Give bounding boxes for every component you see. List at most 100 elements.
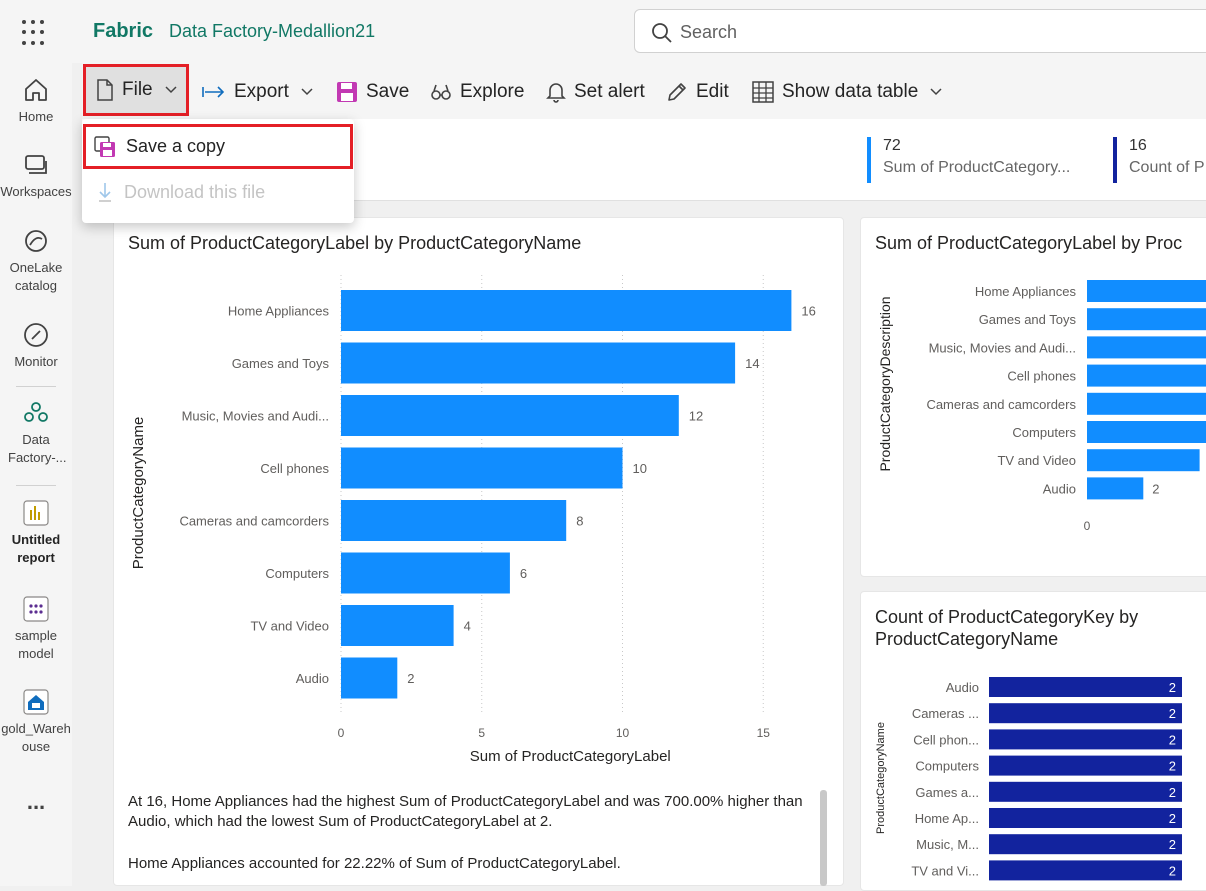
show-data-table-button[interactable]: Show data table bbox=[752, 78, 942, 106]
bar bbox=[989, 703, 1182, 724]
more-icon[interactable]: ... bbox=[0, 791, 72, 813]
show-data-table-label: Show data table bbox=[782, 81, 919, 102]
onelake-icon bbox=[25, 230, 47, 252]
y-category-label: Home Ap... bbox=[915, 811, 979, 826]
x-tick-label: 5 bbox=[478, 726, 485, 740]
bar bbox=[1087, 477, 1144, 500]
nav-workspaces[interactable]: Workspaces bbox=[0, 153, 72, 201]
y-category-label: Computers bbox=[265, 566, 329, 581]
narrative-p2: Home Appliances accounted for 22.22% of … bbox=[128, 855, 621, 872]
download-file-item[interactable]: Download this file bbox=[96, 181, 265, 203]
kpi-value: 16 bbox=[1129, 137, 1147, 154]
brand-name[interactable]: Fabric bbox=[93, 20, 153, 43]
save-copy-icon bbox=[94, 135, 115, 157]
save-a-copy-item[interactable]: Save a copy bbox=[83, 124, 353, 169]
explore-label: Explore bbox=[460, 81, 525, 102]
bar bbox=[1087, 280, 1206, 302]
workspace-name[interactable]: Data Factory-Medallion21 bbox=[169, 21, 375, 42]
chart3-title-line2: ProductCategoryName bbox=[875, 629, 1059, 649]
kpi-card[interactable]: 16 Count of P bbox=[1113, 137, 1205, 183]
nav-untitled-report-label: Untitled report bbox=[11, 532, 61, 565]
nav-gold-warehouse-label: gold_Wareh ouse bbox=[1, 721, 71, 754]
left-nav: Home Workspaces OneLake catalog Monitor … bbox=[0, 63, 72, 886]
chart3-title-line1: Count of ProductCategoryKey by bbox=[875, 607, 1139, 627]
monitor-icon bbox=[24, 323, 48, 347]
download-icon bbox=[99, 183, 111, 202]
table-icon bbox=[752, 81, 774, 103]
bar bbox=[989, 781, 1182, 802]
y-category-label: Cell phon... bbox=[913, 732, 979, 747]
bar-chart-main[interactable]: 0 5 10 15 Home Appliances 16 Games and Toys 14 M… bbox=[113, 265, 844, 775]
nav-home[interactable]: Home bbox=[0, 76, 72, 126]
nav-sample-model-label: sample model bbox=[15, 628, 57, 661]
nav-data-factory[interactable]: Data Factory-... bbox=[0, 399, 72, 467]
set-alert-button[interactable]: Set alert bbox=[546, 78, 645, 106]
bar-data-label: 2 bbox=[1169, 863, 1176, 878]
y-category-label: Audio bbox=[946, 680, 979, 695]
bell-icon bbox=[546, 83, 566, 103]
bar bbox=[989, 677, 1182, 697]
y-axis-title: ProductCategoryDescription bbox=[877, 296, 893, 471]
nav-onelake-label: OneLake catalog bbox=[9, 260, 63, 293]
file-menu-button[interactable]: File bbox=[83, 64, 189, 116]
narrative-scrollbar[interactable] bbox=[820, 790, 827, 886]
y-category-label: Cameras ... bbox=[912, 706, 979, 721]
nav-data-factory-label: Data Factory-... bbox=[8, 432, 67, 465]
workspaces-icon bbox=[25, 155, 47, 174]
data-factory-icon bbox=[24, 402, 48, 422]
nav-monitor-label: Monitor bbox=[14, 354, 58, 369]
nav-divider bbox=[16, 485, 56, 486]
y-category-label: Home Appliances bbox=[975, 284, 1077, 299]
bar-data-label: 10 bbox=[633, 461, 647, 476]
y-category-label: Audio bbox=[296, 671, 329, 686]
search-input[interactable]: Search bbox=[634, 9, 1206, 53]
nav-onelake-catalog[interactable]: OneLake catalog bbox=[0, 227, 72, 295]
bar-data-label: 2 bbox=[1152, 481, 1159, 496]
file-icon bbox=[97, 79, 113, 101]
chevron-down-icon bbox=[301, 88, 313, 96]
edit-label: Edit bbox=[696, 81, 729, 102]
search-placeholder: Search bbox=[680, 22, 738, 42]
explore-button[interactable]: Explore bbox=[430, 78, 524, 106]
bar bbox=[1087, 364, 1206, 387]
bar bbox=[341, 552, 510, 594]
bar bbox=[341, 500, 567, 541]
bar bbox=[341, 395, 679, 436]
bar-chart-right[interactable]: Home Appliances Games and Toys Music, Movi… bbox=[860, 270, 1206, 570]
semantic-model-icon bbox=[23, 596, 49, 622]
bar bbox=[1087, 449, 1200, 472]
kpi-card[interactable]: 72 Sum of ProductCategory... bbox=[867, 137, 1070, 183]
nav-sample-model[interactable]: sample model bbox=[0, 595, 72, 663]
x-axis-title: Sum of ProductCategoryLabel bbox=[470, 748, 671, 765]
nav-gold-warehouse[interactable]: gold_Wareh ouse bbox=[0, 688, 72, 756]
edit-button[interactable]: Edit bbox=[666, 78, 729, 106]
y-axis-title: ProductCategoryName bbox=[875, 722, 887, 834]
save-label: Save bbox=[366, 81, 410, 102]
nav-untitled-report[interactable]: Untitled report bbox=[0, 499, 72, 567]
bar-data-label: 2 bbox=[1169, 811, 1176, 826]
bar-data-label: 2 bbox=[1169, 785, 1176, 800]
set-alert-label: Set alert bbox=[574, 81, 645, 102]
bar-data-label: 14 bbox=[745, 356, 759, 371]
file-label: File bbox=[122, 79, 153, 100]
save-a-copy-label: Save a copy bbox=[126, 136, 226, 156]
save-button[interactable]: Save bbox=[336, 78, 409, 106]
export-button[interactable]: Export bbox=[202, 78, 313, 106]
app-launcher-icon[interactable] bbox=[22, 20, 48, 46]
nav-monitor[interactable]: Monitor bbox=[0, 321, 72, 371]
chart1-title: Sum of ProductCategoryLabel by ProductCa… bbox=[128, 233, 582, 253]
bar bbox=[989, 834, 1182, 855]
bar-data-label: 2 bbox=[1169, 837, 1176, 852]
y-category-label: Games and Toys bbox=[979, 312, 1077, 327]
report-toolbar: File Export Save Explore Set alert Edit … bbox=[82, 63, 1206, 119]
bar-data-label: 8 bbox=[576, 514, 583, 529]
bar-chart-count[interactable]: Audio 2 Cameras ... 2 Cell phon... 2 Computers… bbox=[860, 668, 1206, 886]
bar-data-label: 2 bbox=[1169, 732, 1176, 747]
top-bar: Fabric Data Factory-Medallion21 Search bbox=[0, 0, 1206, 63]
x-tick-label: 0 bbox=[1084, 519, 1091, 533]
kpi-value: 72 bbox=[883, 137, 901, 154]
bar-data-label: 12 bbox=[689, 409, 703, 424]
bar bbox=[1087, 392, 1206, 415]
bar bbox=[989, 860, 1182, 881]
bar bbox=[341, 447, 623, 489]
